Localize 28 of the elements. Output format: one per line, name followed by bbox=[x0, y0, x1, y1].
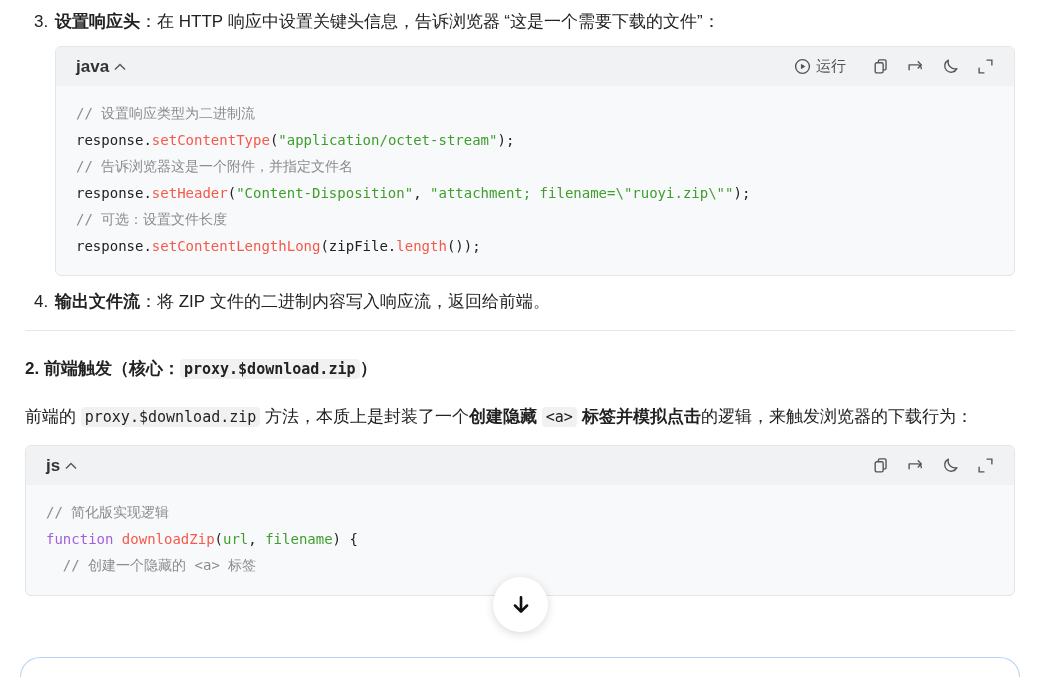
copy-icon[interactable] bbox=[872, 457, 889, 474]
caret-up-icon[interactable] bbox=[114, 62, 127, 71]
code-line: // 设置响应类型为二进制流 bbox=[76, 104, 257, 123]
run-button[interactable]: 运行 bbox=[794, 57, 846, 76]
list-number: 3. bbox=[34, 12, 50, 32]
list-number: 4. bbox=[34, 292, 50, 312]
chat-input-field[interactable] bbox=[20, 657, 1020, 677]
list-item-text: 设置响应头：在 HTTP 响应中设置关键头信息，告诉浏览器 “这是一个需要下载的文件”： bbox=[55, 11, 720, 33]
code-line: // 告诉浏览器这是一个附件，并指定文件名 bbox=[76, 157, 355, 176]
moon-icon[interactable] bbox=[942, 457, 959, 474]
play-icon bbox=[794, 58, 811, 75]
code-line: response.setContentType("application/octet-stream"); bbox=[76, 130, 516, 150]
code-line: // 创建一个隐藏的 <a> 标签 bbox=[61, 556, 258, 575]
language-label: java bbox=[76, 56, 110, 77]
code-line: // 可选：设置文件长度 bbox=[76, 210, 229, 229]
moon-icon[interactable] bbox=[942, 58, 959, 75]
code-line: response.setHeader("Content-Disposition", "attachment; filename=\"ruoyi.zip\""); bbox=[76, 183, 752, 203]
list-item-text: 输出文件流：将 ZIP 文件的二进制内容写入响应流，返回给前端。 bbox=[55, 291, 550, 313]
caret-up-icon[interactable] bbox=[65, 461, 78, 470]
expand-icon[interactable] bbox=[977, 457, 994, 474]
language-label: js bbox=[46, 455, 61, 476]
expand-icon[interactable] bbox=[977, 58, 994, 75]
code-line: // 简化版实现逻辑 bbox=[46, 503, 171, 522]
code-line: function downloadZip(url, filename) { bbox=[46, 529, 359, 549]
paragraph: 前端的 proxy.$download.zip 方法，本质上是封装了一个创建隐藏 <a> 标签并模拟点击的逻辑，来触发浏览器的下载行为： bbox=[25, 406, 974, 429]
code-line: response.setContentLengthLong(zipFile.length()); bbox=[76, 236, 482, 256]
copy-icon[interactable] bbox=[872, 58, 889, 75]
section-heading: 2. 前端触发（核心： proxy.$download.zip ） bbox=[25, 358, 378, 381]
